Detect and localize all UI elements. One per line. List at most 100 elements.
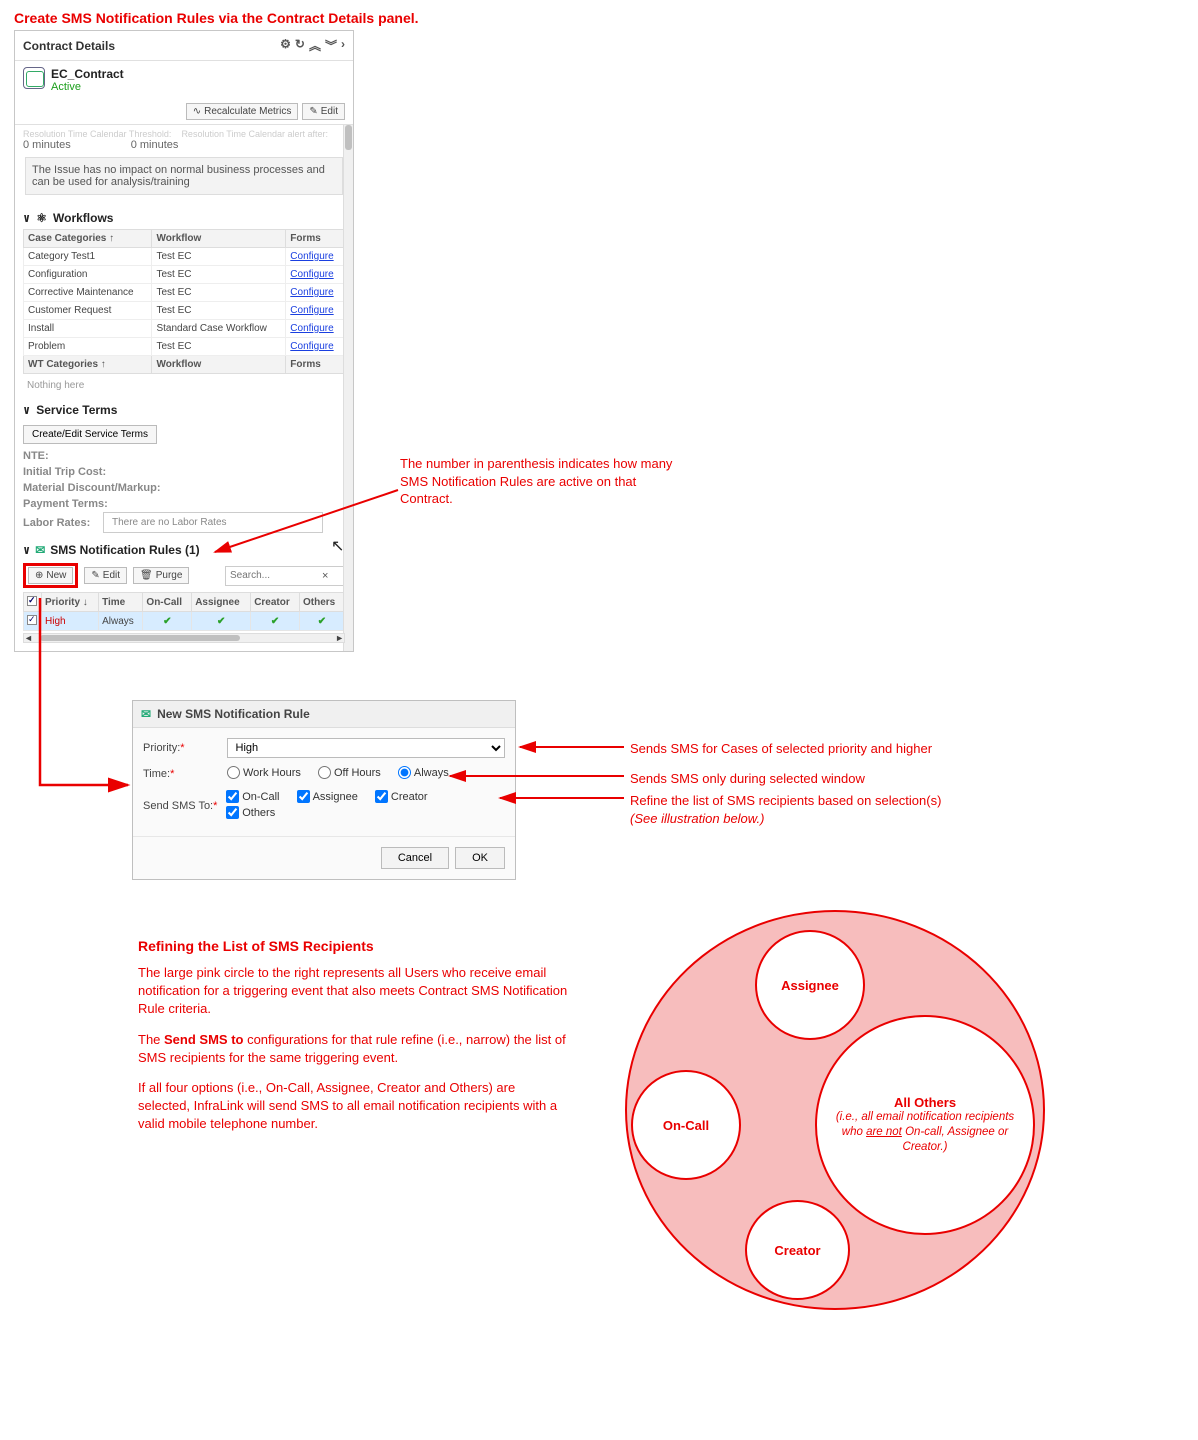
scroll-left-icon[interactable]: ◄ xyxy=(24,633,33,643)
search-input[interactable] xyxy=(226,568,316,583)
sms-rules-search[interactable]: × xyxy=(225,566,345,586)
labor-rates-empty-box: There are no Labor Rates xyxy=(103,512,323,533)
col-oncall[interactable]: On-Call xyxy=(143,593,192,612)
contract-icon xyxy=(23,67,45,89)
table-row[interactable]: ConfigurationTest ECConfigure xyxy=(24,266,345,284)
recipients-venn-diagram: Assignee On-Call Creator All Others (i.e… xyxy=(585,910,1075,1310)
row-assignee-check: ✔ xyxy=(192,612,251,631)
checkbox-creator[interactable]: Creator xyxy=(375,790,428,803)
col-forms[interactable]: Forms xyxy=(286,356,345,374)
threshold-value: 0 minutes xyxy=(23,139,71,151)
configure-link[interactable]: Configure xyxy=(290,287,333,298)
row-checkbox[interactable] xyxy=(27,615,37,625)
col-wt-categories[interactable]: WT Categories xyxy=(28,359,98,370)
checkbox-others[interactable]: Others xyxy=(226,806,275,819)
refining-heading: Refining the List of SMS Recipients xyxy=(138,938,568,954)
chevron-right-icon[interactable]: › xyxy=(341,37,345,54)
row-time-value: Always xyxy=(99,612,143,631)
sms-icon: ✉ xyxy=(35,543,45,557)
sms-rule-row[interactable]: High Always ✔ ✔ ✔ ✔ xyxy=(24,612,345,631)
venn-creator-circle: Creator xyxy=(745,1200,850,1300)
plus-circle-icon: ⊕ xyxy=(35,570,43,581)
gear-icon[interactable]: ⚙ xyxy=(280,37,291,54)
col-others[interactable]: Others xyxy=(299,593,344,612)
radio-always[interactable]: Always xyxy=(398,766,449,779)
initial-trip-cost-label: Initial Trip Cost: xyxy=(23,464,345,480)
configure-link[interactable]: Configure xyxy=(290,323,333,334)
col-creator[interactable]: Creator xyxy=(251,593,300,612)
col-assignee[interactable]: Assignee xyxy=(192,593,251,612)
refining-p3: If all four options (i.e., On-Call, Assi… xyxy=(138,1079,568,1134)
panel-title: Contract Details xyxy=(23,39,115,53)
chevron-down-icon[interactable]: ∨ xyxy=(23,543,30,557)
trash-icon: 🗑 xyxy=(140,570,153,581)
sort-up-icon[interactable]: ↑ xyxy=(101,359,106,370)
annotation-rule-count: The number in parenthesis indicates how … xyxy=(400,455,680,508)
alert-after-label: Resolution Time Calendar alert after: xyxy=(181,129,328,139)
priority-label: Priority: xyxy=(143,742,180,754)
sms-rules-table: Priority ↓ Time On-Call Assignee Creator… xyxy=(23,592,345,631)
venn-others-circle: All Others (i.e., all email notification… xyxy=(815,1015,1035,1235)
venn-others-title: All Others xyxy=(894,1095,956,1110)
checkbox-assignee[interactable]: Assignee xyxy=(297,790,358,803)
expand-down-icon[interactable]: ︾ xyxy=(325,37,337,54)
refresh-icon[interactable]: ↻ xyxy=(295,37,305,54)
mouse-cursor-icon: ↖ xyxy=(331,536,344,556)
scroll-right-icon[interactable]: ► xyxy=(335,633,344,643)
new-sms-rule-dialog: ✉ New SMS Notification Rule Priority:* H… xyxy=(132,700,516,880)
sort-down-icon[interactable]: ↓ xyxy=(83,597,88,608)
cancel-button[interactable]: Cancel xyxy=(381,847,449,869)
venn-assignee-circle: Assignee xyxy=(755,930,865,1040)
purge-sms-rule-button[interactable]: 🗑Purge xyxy=(133,567,189,584)
row-oncall-check: ✔ xyxy=(143,612,192,631)
recalculate-metrics-button[interactable]: ∿Recalculate Metrics xyxy=(186,103,299,120)
time-label: Time: xyxy=(143,768,170,780)
clear-search-icon[interactable]: × xyxy=(316,570,334,582)
dialog-title: New SMS Notification Rule xyxy=(157,707,310,721)
sort-up-icon[interactable]: ↑ xyxy=(109,233,114,244)
radio-off-hours[interactable]: Off Hours xyxy=(318,766,381,779)
ok-button[interactable]: OK xyxy=(455,847,505,869)
sms-icon: ✉ xyxy=(141,707,151,721)
scrollbar-vertical[interactable] xyxy=(343,125,353,651)
col-case-categories[interactable]: Case Categories xyxy=(28,233,106,244)
col-workflow[interactable]: Workflow xyxy=(152,356,286,374)
col-workflow[interactable]: Workflow xyxy=(152,230,286,248)
refining-p1: The large pink circle to the right repre… xyxy=(138,964,568,1019)
payment-terms-label: Payment Terms: xyxy=(23,496,345,512)
scrollbar-horizontal[interactable]: ◄ ► xyxy=(23,633,345,643)
chevron-down-icon[interactable]: ∨ xyxy=(23,211,30,225)
row-others-check: ✔ xyxy=(299,612,344,631)
radio-work-hours[interactable]: Work Hours xyxy=(227,766,301,779)
material-discount-label: Material Discount/Markup: xyxy=(23,480,345,496)
col-priority[interactable]: Priority xyxy=(45,597,80,608)
checkbox-oncall[interactable]: On-Call xyxy=(226,790,279,803)
select-all-checkbox[interactable] xyxy=(27,596,37,606)
annotation-priority: Sends SMS for Cases of selected priority… xyxy=(630,740,932,758)
configure-link[interactable]: Configure xyxy=(290,251,333,262)
labor-rates-label: Labor Rates: xyxy=(23,515,103,531)
priority-select[interactable]: High xyxy=(227,738,505,758)
table-row[interactable]: ProblemTest ECConfigure xyxy=(24,338,345,356)
col-forms[interactable]: Forms xyxy=(286,230,345,248)
impact-description-box: The Issue has no impact on normal busine… xyxy=(25,157,343,195)
service-terms-heading: Service Terms xyxy=(36,403,117,417)
table-row[interactable]: Corrective MaintenanceTest ECConfigure xyxy=(24,284,345,302)
create-edit-service-terms-button[interactable]: Create/Edit Service Terms xyxy=(23,425,157,444)
configure-link[interactable]: Configure xyxy=(290,269,333,280)
edit-sms-rule-button[interactable]: ✎Edit xyxy=(84,567,127,584)
collapse-up-icon[interactable]: ︽ xyxy=(309,37,321,54)
configure-link[interactable]: Configure xyxy=(290,341,333,352)
edit-contract-button[interactable]: ✎Edit xyxy=(302,103,345,120)
contract-name: EC_Contract xyxy=(51,67,124,81)
venn-oncall-circle: On-Call xyxy=(631,1070,741,1180)
table-row[interactable]: InstallStandard Case WorkflowConfigure xyxy=(24,320,345,338)
table-row[interactable]: Customer RequestTest ECConfigure xyxy=(24,302,345,320)
wt-empty-text: Nothing here xyxy=(23,374,345,397)
table-row[interactable]: Category Test1Test ECConfigure xyxy=(24,248,345,266)
annotation-send-sub: (See illustration below.) xyxy=(630,811,764,826)
new-sms-rule-button[interactable]: ⊕New xyxy=(28,567,73,584)
chevron-down-icon[interactable]: ∨ xyxy=(23,403,30,417)
configure-link[interactable]: Configure xyxy=(290,305,333,316)
col-time[interactable]: Time xyxy=(99,593,143,612)
